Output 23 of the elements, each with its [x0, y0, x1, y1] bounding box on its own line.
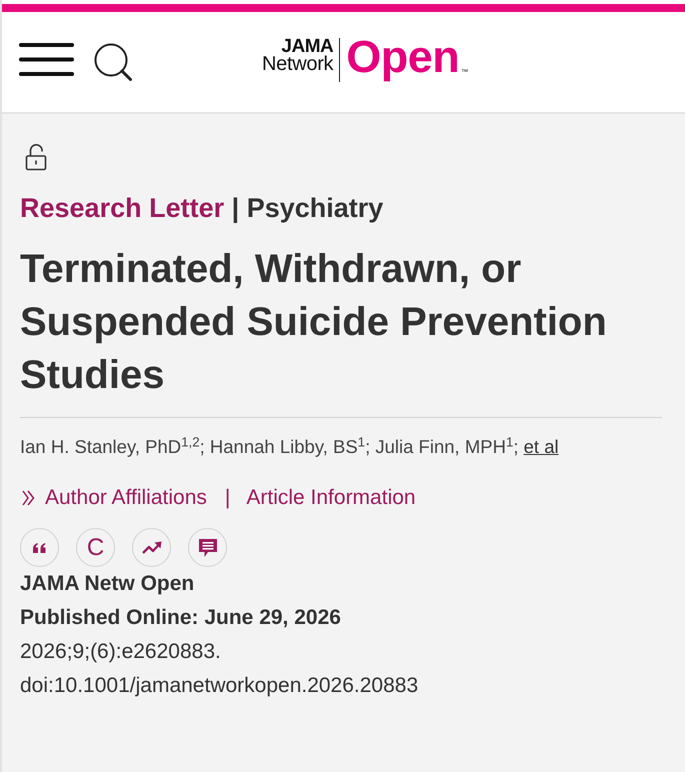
trend-icon: [142, 541, 162, 554]
quote-icon: [33, 542, 46, 552]
et-al-link[interactable]: et al: [524, 436, 559, 457]
affiliations-link[interactable]: Author Affiliations: [20, 485, 207, 511]
comment-button[interactable]: [188, 528, 227, 567]
doi-text: doi:10.1001/jamanetworkopen.2026.20883: [20, 673, 420, 699]
article-title: Terminated, Withdrawn, or Suspended Suicide Prevention Studies: [20, 246, 608, 399]
article-type-label: Research Letter: [20, 193, 224, 223]
publish-date: Published Online: June 29, 2026: [20, 605, 342, 631]
search-icon[interactable]: [94, 43, 132, 81]
letter-button[interactable]: C: [76, 528, 115, 567]
link-separator: |: [224, 485, 230, 511]
double-chevron-icon: [22, 490, 35, 506]
category-separator: |: [232, 193, 240, 223]
metrics-button[interactable]: [132, 528, 171, 567]
comment-icon: [198, 538, 218, 558]
quote-button[interactable]: [20, 528, 59, 567]
citation-text: 2026;9;(6):e2620883.: [20, 639, 222, 665]
journal-name: JAMA Netw Open: [20, 571, 196, 597]
subject-label: Psychiatry: [246, 193, 384, 223]
author-list: Ian H. Stanley, PhD$^{1,2}$; Hannah Libby, BS$^{1}$; Julia Finn, MPH$^{1}$; et al: [20, 434, 662, 460]
article-info-link[interactable]: Article Information: [246, 485, 416, 511]
menu-icon[interactable]: [19, 43, 74, 76]
